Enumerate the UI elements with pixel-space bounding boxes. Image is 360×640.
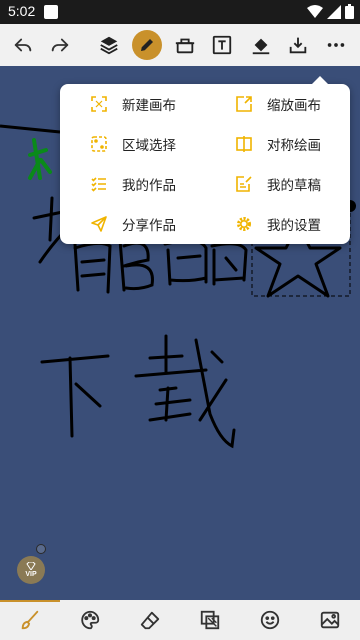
bottom-toolbar — [0, 600, 360, 640]
menu-item-new-canvas[interactable]: 新建画布 — [90, 84, 176, 124]
download-icon — [289, 37, 307, 54]
redo-button[interactable] — [42, 24, 78, 66]
diamond-icon — [26, 562, 36, 570]
menu-item-label: 对称绘画 — [267, 138, 321, 154]
top-toolbar — [0, 24, 360, 66]
menu-item-label: 分享作品 — [122, 218, 176, 234]
eraser-icon — [140, 611, 160, 630]
vip-button[interactable]: VIP — [17, 556, 45, 584]
menu-item-my-drafts[interactable]: 我的草稿 — [235, 164, 321, 204]
pen-button[interactable] — [129, 24, 165, 66]
menu-item-label: 我的草稿 — [267, 178, 321, 194]
more-button[interactable] — [318, 24, 354, 66]
new-canvas-icon — [90, 95, 108, 113]
layers-copy-button[interactable] — [186, 600, 234, 640]
pen-active-indicator — [132, 30, 162, 60]
fill-button[interactable] — [243, 24, 279, 66]
pen-icon — [141, 39, 153, 51]
palette-button[interactable] — [66, 600, 114, 640]
menu-item-label: 缩放画布 — [267, 98, 321, 114]
eraser-button[interactable] — [126, 600, 174, 640]
image-icon — [320, 611, 340, 629]
resize-canvas-icon — [235, 95, 253, 113]
menu-item-my-works[interactable]: 我的作品 — [90, 164, 176, 204]
status-time: 5:02 — [8, 3, 36, 19]
emoji-button[interactable] — [246, 600, 294, 640]
menu-item-area-select[interactable]: 区域选择 — [90, 124, 176, 164]
menu-item-settings[interactable]: 我的设置 — [235, 204, 321, 244]
menu-item-resize-canvas[interactable]: 缩放画布 — [235, 84, 321, 124]
battery-icon — [345, 4, 354, 19]
status-icons — [307, 4, 354, 19]
menu-item-label: 我的设置 — [267, 218, 321, 234]
my-works-icon — [90, 175, 108, 193]
share-icon — [90, 215, 108, 233]
undo-button[interactable] — [5, 24, 41, 66]
notification-icon — [44, 5, 58, 19]
eraser-tool-button[interactable] — [167, 24, 203, 66]
fill-icon — [252, 38, 270, 55]
layers-button[interactable] — [91, 24, 127, 66]
palette-icon — [81, 610, 100, 630]
redo-icon — [51, 38, 69, 52]
download-button[interactable] — [280, 24, 316, 66]
menu-item-share[interactable]: 分享作品 — [90, 204, 176, 244]
settings-icon — [235, 215, 253, 233]
image-button[interactable] — [306, 600, 354, 640]
menu-item-label: 区域选择 — [122, 138, 176, 154]
menu-item-symmetry[interactable]: 对称绘画 — [235, 124, 321, 164]
area-select-icon — [90, 135, 108, 153]
brush-icon — [21, 610, 39, 630]
undo-icon — [14, 38, 32, 52]
my-drafts-icon — [235, 175, 253, 193]
layers-copy-icon — [200, 610, 220, 630]
more-options-menu: 新建画布 缩放画布 区域选择 对称绘画 我的作品 我的草稿 分享作品 我的设置 — [60, 76, 350, 244]
vip-label: VIP — [25, 571, 37, 578]
layers-icon — [100, 36, 118, 55]
eraser-icon — [175, 38, 195, 54]
emoji-icon — [260, 610, 280, 630]
menu-caret — [312, 76, 328, 84]
text-icon — [212, 35, 232, 55]
menu-item-label: 新建画布 — [122, 98, 176, 114]
vip-indicator-dot — [36, 544, 46, 554]
wifi-icon — [307, 4, 323, 18]
signal-icon — [327, 4, 341, 19]
symmetry-icon — [235, 135, 253, 153]
text-button[interactable] — [204, 24, 240, 66]
brush-button[interactable] — [6, 600, 54, 640]
menu-item-label: 我的作品 — [122, 178, 176, 194]
status-bar: 5:02 — [0, 0, 360, 24]
more-icon — [327, 43, 345, 47]
